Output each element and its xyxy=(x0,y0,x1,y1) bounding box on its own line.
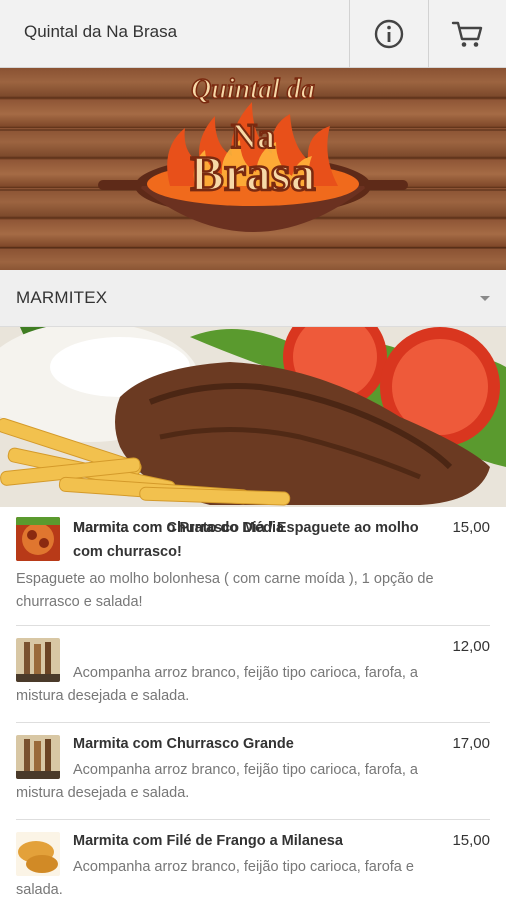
info-icon xyxy=(374,19,404,49)
app-header: Quintal da Na Brasa xyxy=(0,0,506,68)
item-thumbnail xyxy=(16,517,60,561)
restaurant-logo: Quintal da Na Brasa xyxy=(0,73,506,249)
category-label: MARMITEX xyxy=(16,288,108,307)
category-selector[interactable]: MARMITEX xyxy=(0,270,506,327)
cart-button[interactable] xyxy=(428,0,506,68)
logo-text-line3: Brasa xyxy=(191,145,316,201)
category-photo xyxy=(0,327,506,507)
item-description: Acompanha arroz branco, feijão tipo cari… xyxy=(16,665,418,704)
item-description: Acompanha arroz branco, feijão tipo cari… xyxy=(16,762,418,801)
list-item[interactable]: Marmita com Churrasco Média 12,00 Acompa… xyxy=(16,520,490,723)
item-price: 12,00 xyxy=(452,638,490,655)
restaurant-banner: Quintal da Na Brasa xyxy=(0,68,506,270)
item-description: Acompanha arroz branco, feijão tipo cari… xyxy=(16,859,414,898)
list-item[interactable]: Marmita com Filé de Frango a Milanesa 15… xyxy=(16,820,490,900)
item-name: Marmita com Filé de Frango a Milanesa xyxy=(73,833,343,849)
app-title: Quintal da Na Brasa xyxy=(24,22,178,41)
item-name: Marmita com Churrasco Média xyxy=(73,520,285,536)
logo-text-line1: Quintal da xyxy=(191,74,315,105)
info-button[interactable] xyxy=(349,0,428,68)
item-price: 15,00 xyxy=(452,832,490,849)
item-description: Espaguete ao molho bolonhesa ( com carne… xyxy=(16,571,434,610)
item-name: Marmita com Churrasco Grande xyxy=(73,736,294,752)
menu-list: Marmita com o Prato do Dia / Espaguete a… xyxy=(0,507,506,900)
item-price: 15,00 xyxy=(452,519,490,536)
cart-icon xyxy=(451,21,482,47)
caret-down-icon xyxy=(480,296,490,301)
list-item[interactable]: Marmita com Churrasco Grande 17,00 Acomp… xyxy=(16,723,490,820)
item-price: 17,00 xyxy=(452,735,490,752)
